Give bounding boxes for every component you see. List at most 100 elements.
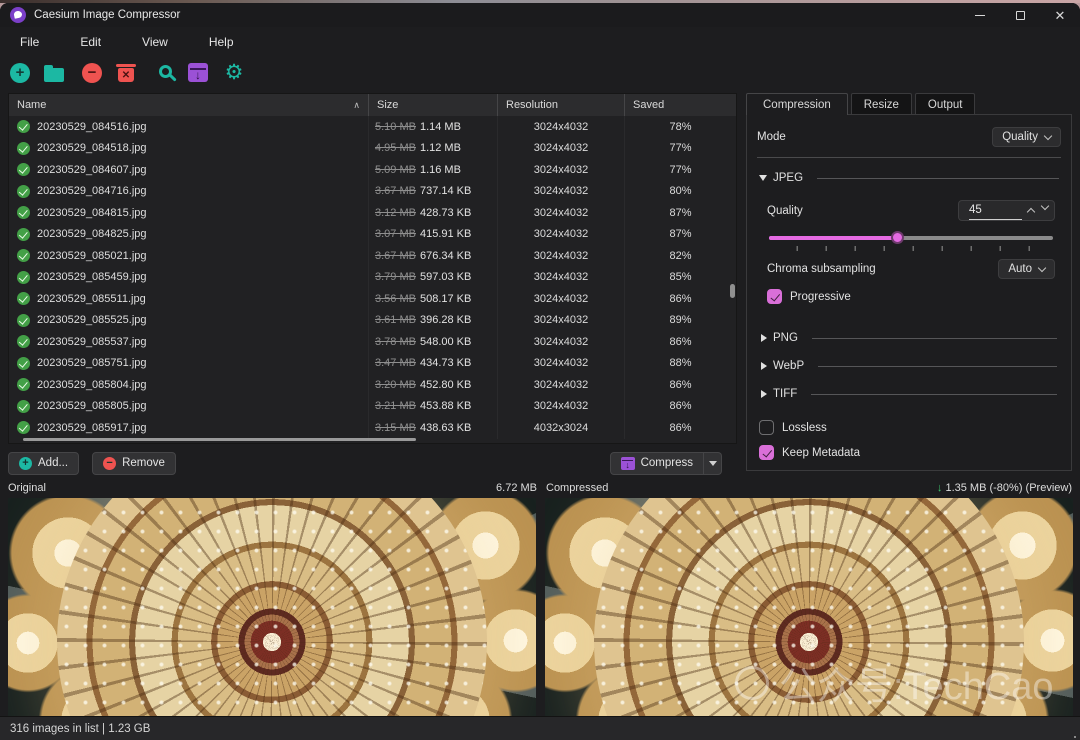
cell-saved: 86% — [669, 400, 692, 413]
collapsed-section-header[interactable]: PNG — [761, 332, 1057, 344]
table-row[interactable]: 20230529_085917.jpg 3.15 MB 438.63 KB 40… — [9, 417, 736, 439]
compressed-ok-icon — [17, 378, 30, 392]
search-button[interactable] — [152, 61, 176, 85]
quality-label: Quality — [767, 204, 803, 217]
collapsed-sections: PNG WebP TIFF — [759, 332, 1059, 400]
compressed-ok-icon — [17, 335, 30, 349]
progressive-checkbox[interactable] — [767, 289, 782, 304]
quality-slider[interactable] — [769, 231, 1053, 244]
compressed-ok-icon — [17, 270, 30, 284]
open-folder-icon — [44, 64, 64, 82]
table-row[interactable]: 20230529_084516.jpg 5.10 MB 1.14 MB 3024… — [9, 116, 736, 138]
chroma-dropdown[interactable]: Auto — [998, 259, 1055, 279]
cell-resolution: 3024x4032 — [498, 266, 625, 288]
add-files-icon: + — [10, 62, 30, 83]
compress-options-dropdown[interactable] — [704, 451, 722, 475]
compressed-ok-icon — [17, 184, 30, 198]
minimize-button[interactable] — [960, 3, 1000, 27]
resize-grip-icon[interactable] — [1074, 736, 1076, 738]
compress-button[interactable]: ↓ Compress — [609, 451, 704, 475]
horizontal-scrollbar[interactable] — [23, 438, 416, 441]
tab-resize[interactable]: Resize — [850, 93, 912, 115]
title-bar[interactable]: Caesium Image Compressor ✕ — [0, 3, 1080, 27]
table-row[interactable]: 20230529_084607.jpg 5.09 MB 1.16 MB 3024… — [9, 159, 736, 181]
clear-list-button[interactable]: ✕ — [114, 61, 138, 85]
table-row[interactable]: 20230529_085511.jpg 3.56 MB 508.17 KB 30… — [9, 288, 736, 310]
table-row[interactable]: 20230529_085804.jpg 3.20 MB 452.80 KB 30… — [9, 374, 736, 396]
menu-item[interactable]: View — [126, 30, 184, 54]
cell-saved: 77% — [669, 163, 692, 176]
cell-size: 3.20 MB 452.80 KB — [369, 374, 498, 396]
settings-gear-icon: ⚙ — [224, 61, 244, 84]
maximize-icon — [1015, 10, 1025, 20]
spin-down-icon[interactable] — [1040, 201, 1050, 211]
tab-output[interactable]: Output — [914, 93, 976, 115]
add-button[interactable]: + Add... — [8, 451, 80, 475]
cell-resolution: 3024x4032 — [498, 116, 625, 138]
vertical-scrollbar[interactable] — [730, 284, 735, 298]
mode-dropdown[interactable]: Quality — [992, 127, 1061, 147]
jpeg-section-header[interactable]: JPEG — [759, 172, 1059, 184]
remove-button[interactable]: − Remove — [92, 451, 176, 475]
file-table: Name ∧ Size Resolution Saved 20230529_08… — [8, 93, 737, 444]
column-header-resolution[interactable]: Resolution — [498, 94, 625, 116]
add-files-button[interactable]: + — [8, 61, 32, 85]
cell-name: 20230529_085511.jpg — [9, 288, 369, 310]
tab-compression[interactable]: Compression — [746, 93, 848, 115]
table-row[interactable]: 20230529_084825.jpg 3.07 MB 415.91 KB 30… — [9, 223, 736, 245]
search-icon — [159, 64, 172, 78]
cell-name: 20230529_084716.jpg — [9, 180, 369, 202]
column-header-name[interactable]: Name ∧ — [9, 94, 369, 116]
cell-name: 20230529_085804.jpg — [9, 374, 369, 396]
remove-icon: − — [103, 456, 117, 470]
table-row[interactable]: 20230529_085021.jpg 3.67 MB 676.34 KB 30… — [9, 245, 736, 267]
open-folder-button[interactable] — [42, 61, 66, 85]
table-row[interactable]: 20230529_084815.jpg 3.12 MB 428.73 KB 30… — [9, 202, 736, 224]
compress-toolbar-button[interactable]: ↓ — [186, 61, 210, 85]
app-logo-icon — [10, 7, 26, 23]
quality-spinbox[interactable]: 45 — [958, 200, 1055, 221]
compressed-preview-image[interactable]: 公众号:TechCao — [545, 498, 1073, 716]
settings-button[interactable]: ⚙ — [222, 61, 246, 85]
cell-name: 20230529_085805.jpg — [9, 395, 369, 417]
menu-item[interactable]: Edit — [64, 30, 117, 54]
menu-item[interactable]: File — [4, 30, 55, 54]
add-icon: + — [19, 456, 32, 470]
action-bar: + Add... − Remove ↓ Compress — [8, 449, 1072, 477]
slider-handle[interactable] — [890, 231, 904, 244]
table-row[interactable]: 20230529_085751.jpg 3.47 MB 434.73 KB 30… — [9, 352, 736, 374]
table-row[interactable]: 20230529_085459.jpg 3.79 MB 597.03 KB 30… — [9, 266, 736, 288]
table-row[interactable]: 20230529_084518.jpg 4.95 MB 1.12 MB 3024… — [9, 137, 736, 159]
cell-resolution: 3024x4032 — [498, 395, 625, 417]
maximize-button[interactable] — [1000, 3, 1040, 27]
remove-file-button[interactable]: − — [80, 61, 104, 85]
collapsed-section-header[interactable]: TIFF — [761, 388, 1057, 400]
menu-item[interactable]: Help — [193, 30, 250, 54]
cell-name: 20230529_084516.jpg — [9, 116, 369, 138]
cell-name: 20230529_085751.jpg — [9, 352, 369, 374]
close-button[interactable]: ✕ — [1040, 3, 1080, 27]
cell-resolution: 4032x3024 — [498, 417, 625, 439]
compressed-ok-icon — [17, 163, 30, 177]
cell-saved: 85% — [669, 271, 692, 284]
app-window: Caesium Image Compressor ✕ File Edit View H… — [0, 3, 1080, 740]
quality-value[interactable]: 45 — [969, 201, 1022, 220]
table-body: 20230529_084516.jpg 5.10 MB 1.14 MB 3024… — [9, 116, 736, 443]
table-row[interactable]: 20230529_085537.jpg 3.78 MB 548.00 KB 30… — [9, 331, 736, 353]
column-header-saved[interactable]: Saved — [625, 94, 736, 116]
table-row[interactable]: 20230529_085805.jpg 3.21 MB 453.88 KB 30… — [9, 395, 736, 417]
collapsed-section-header[interactable]: WebP — [761, 360, 1057, 372]
column-header-size[interactable]: Size — [369, 94, 498, 116]
slider-ticks — [769, 246, 1053, 251]
lossless-checkbox[interactable] — [759, 420, 774, 435]
chevron-down-icon — [1043, 131, 1053, 140]
spin-up-icon[interactable] — [1026, 207, 1036, 217]
table-row[interactable]: 20230529_084716.jpg 3.67 MB 737.14 KB 30… — [9, 180, 736, 202]
original-preview-image[interactable] — [8, 498, 536, 716]
panel-tabs: Compression Resize Output — [746, 93, 1072, 115]
keep-metadata-checkbox[interactable] — [759, 445, 774, 460]
clear-list-icon: ✕ — [116, 64, 136, 82]
table-row[interactable]: 20230529_085525.jpg 3.61 MB 396.28 KB 30… — [9, 309, 736, 331]
slider-fill — [769, 236, 897, 240]
chroma-subsampling-label: Chroma subsampling — [767, 263, 876, 275]
